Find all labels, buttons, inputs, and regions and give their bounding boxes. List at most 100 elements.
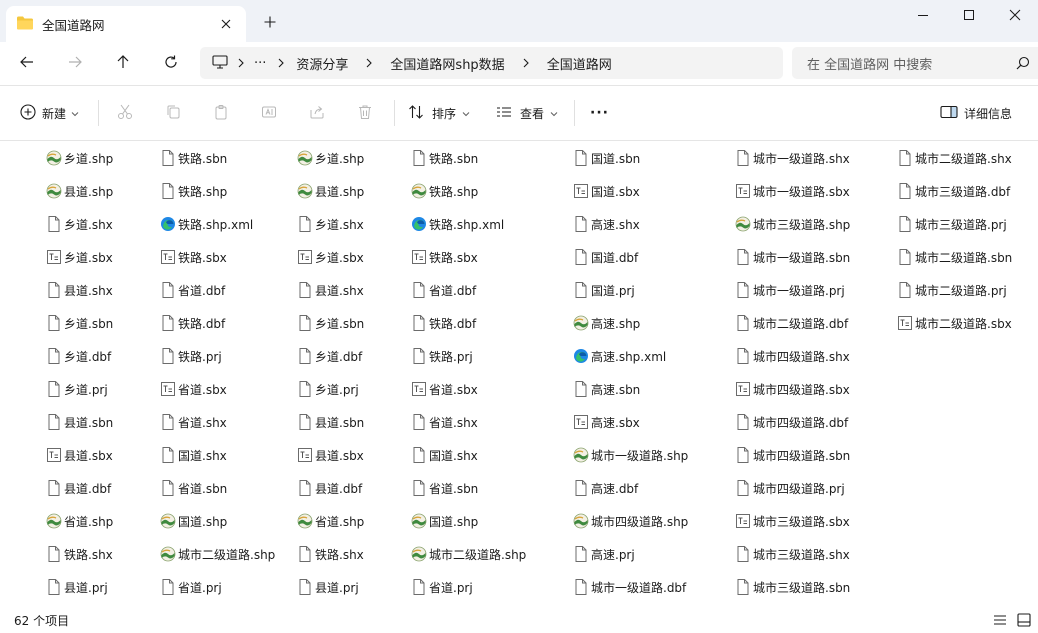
file-item[interactable]: 铁路.shx [46, 544, 113, 564]
file-item[interactable]: 高速.dbf [573, 478, 638, 498]
file-item[interactable]: 城市二级道路.shx [897, 148, 1012, 168]
breadcrumb-item[interactable]: 全国道路网 [547, 54, 612, 73]
file-item[interactable]: 乡道.dbf [297, 346, 362, 366]
file-item[interactable]: 省道.prj [160, 577, 222, 597]
file-item[interactable]: 铁路.shx [297, 544, 364, 564]
file-item[interactable]: 铁路.sbx [411, 247, 478, 267]
file-item[interactable]: 铁路.prj [160, 346, 222, 366]
file-item[interactable]: 省道.shx [411, 412, 478, 432]
new-tab-button[interactable] [260, 12, 280, 32]
file-item[interactable]: 国道.prj [573, 280, 635, 300]
file-item[interactable]: 乡道.prj [46, 379, 108, 399]
file-item[interactable]: 乡道.shp [297, 148, 364, 168]
refresh-button[interactable] [156, 48, 186, 78]
file-item[interactable]: 城市二级道路.dbf [735, 313, 848, 333]
file-item[interactable]: 铁路.prj [411, 346, 473, 366]
file-item[interactable]: 城市一级道路.shx [735, 148, 850, 168]
file-item[interactable]: 县道.shx [297, 280, 364, 300]
tab-active[interactable]: 全国道路网 [6, 6, 246, 42]
file-item[interactable]: 乡道.dbf [46, 346, 111, 366]
file-item[interactable]: 县道.shp [46, 181, 113, 201]
back-button[interactable] [12, 48, 42, 78]
paste-button[interactable] [206, 98, 236, 128]
file-item[interactable]: 国道.shx [160, 445, 227, 465]
file-item[interactable]: 乡道.sbn [46, 313, 113, 333]
file-item[interactable]: 铁路.shp.xml [160, 214, 253, 234]
file-item[interactable]: 县道.shp [297, 181, 364, 201]
file-item[interactable]: 高速.shx [573, 214, 640, 234]
file-item[interactable]: 省道.shp [297, 511, 364, 531]
file-item[interactable]: 城市一级道路.sbx [735, 181, 850, 201]
file-item[interactable]: 县道.dbf [297, 478, 362, 498]
file-item[interactable]: 省道.dbf [160, 280, 225, 300]
file-item[interactable]: 县道.prj [297, 577, 359, 597]
up-button[interactable] [108, 48, 138, 78]
file-item[interactable]: 乡道.shx [46, 214, 113, 234]
view-button[interactable]: 查看 [496, 98, 558, 128]
file-item[interactable]: 城市四级道路.shp [573, 511, 688, 531]
file-item[interactable]: 城市一级道路.shp [573, 445, 688, 465]
more-options-button[interactable]: ··· [590, 98, 609, 128]
file-item[interactable]: 乡道.shp [46, 148, 113, 168]
tiles-view-button[interactable] [1014, 611, 1034, 631]
file-item[interactable]: 铁路.shp [411, 181, 478, 201]
file-item[interactable]: 铁路.dbf [160, 313, 225, 333]
file-item[interactable]: 城市三级道路.shx [735, 544, 850, 564]
file-item[interactable]: 县道.prj [46, 577, 108, 597]
file-item[interactable]: 城市四级道路.sbn [735, 445, 850, 465]
details-view-button[interactable] [990, 611, 1010, 631]
file-item[interactable]: 城市二级道路.shp [160, 544, 275, 564]
file-item[interactable]: 省道.dbf [411, 280, 476, 300]
file-item[interactable]: 城市一级道路.prj [735, 280, 845, 300]
file-item[interactable]: 乡道.shx [297, 214, 364, 234]
file-item[interactable]: 城市一级道路.sbn [735, 247, 850, 267]
forward-button[interactable] [60, 48, 90, 78]
file-item[interactable]: 国道.dbf [573, 247, 638, 267]
file-item[interactable]: 城市三级道路.shp [735, 214, 850, 234]
file-item[interactable]: 城市三级道路.sbn [735, 577, 850, 597]
file-item[interactable]: 乡道.prj [297, 379, 359, 399]
file-item[interactable]: 高速.sbx [573, 412, 640, 432]
file-item[interactable]: 铁路.sbn [160, 148, 227, 168]
file-item[interactable]: 城市二级道路.shp [411, 544, 526, 564]
copy-button[interactable] [158, 98, 188, 128]
file-item[interactable]: 县道.sbx [297, 445, 364, 465]
file-item[interactable]: 城市一级道路.dbf [573, 577, 686, 597]
file-item[interactable]: 城市四级道路.dbf [735, 412, 848, 432]
file-item[interactable]: 城市二级道路.sbx [897, 313, 1012, 333]
file-item[interactable]: 高速.shp.xml [573, 346, 666, 366]
file-item[interactable]: 铁路.sbn [411, 148, 478, 168]
share-button[interactable] [302, 98, 332, 128]
file-item[interactable]: 省道.sbn [160, 478, 227, 498]
rename-button[interactable] [254, 98, 284, 128]
file-item[interactable]: 国道.sbn [573, 148, 640, 168]
file-item[interactable]: 高速.sbn [573, 379, 640, 399]
file-item[interactable]: 国道.sbx [573, 181, 640, 201]
file-item[interactable]: 乡道.sbn [297, 313, 364, 333]
file-item[interactable]: 城市四级道路.sbx [735, 379, 850, 399]
file-item[interactable]: 县道.sbn [46, 412, 113, 432]
file-item[interactable]: 县道.sbx [46, 445, 113, 465]
file-item[interactable]: 城市二级道路.sbn [897, 247, 1012, 267]
search-box[interactable]: 在 全国道路网 中搜索 [792, 47, 1038, 79]
sort-button[interactable]: 排序 [408, 98, 470, 128]
file-item[interactable]: 国道.shp [160, 511, 227, 531]
file-item[interactable]: 国道.shx [411, 445, 478, 465]
breadcrumb-overflow[interactable]: ··· [254, 56, 266, 71]
file-item[interactable]: 国道.shp [411, 511, 478, 531]
file-item[interactable]: 县道.shx [46, 280, 113, 300]
file-item[interactable]: 城市三级道路.prj [897, 214, 1007, 234]
file-item[interactable]: 城市四级道路.prj [735, 478, 845, 498]
file-item[interactable]: 铁路.sbx [160, 247, 227, 267]
address-bar[interactable]: ··· 资源分享 全国道路网shp数据 全国道路网 [200, 47, 783, 79]
file-item[interactable]: 城市二级道路.prj [897, 280, 1007, 300]
file-item[interactable]: 城市三级道路.dbf [897, 181, 1010, 201]
cut-button[interactable] [110, 98, 140, 128]
details-pane-button[interactable]: 详细信息 [940, 98, 1012, 128]
file-item[interactable]: 乡道.sbx [297, 247, 364, 267]
file-item[interactable]: 省道.sbx [411, 379, 478, 399]
file-item[interactable]: 高速.prj [573, 544, 635, 564]
file-item[interactable]: 县道.sbn [297, 412, 364, 432]
file-item[interactable]: 高速.shp [573, 313, 640, 333]
file-item[interactable]: 省道.prj [411, 577, 473, 597]
